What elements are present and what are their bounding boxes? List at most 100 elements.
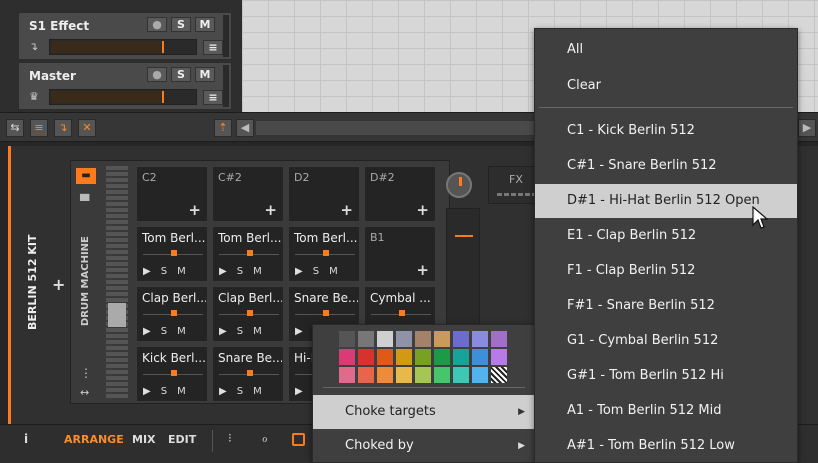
- color-swatch[interactable]: [415, 367, 431, 383]
- color-swatch[interactable]: [358, 349, 374, 365]
- modulator-icon[interactable]: ℴ: [262, 431, 268, 445]
- menu-item-choke-targets[interactable]: Choke targets ▶: [313, 395, 535, 429]
- track-header-master[interactable]: Master ● S M ♛ ≡: [18, 62, 232, 110]
- pad-level-marker[interactable]: [323, 250, 329, 256]
- color-swatch[interactable]: [434, 367, 450, 383]
- drum-pad[interactable]: Clap Berl... ▶ S M: [136, 286, 208, 342]
- track-menu-button[interactable]: ≡: [203, 90, 223, 105]
- add-sample-icon[interactable]: +: [416, 203, 429, 218]
- submenu-item-all[interactable]: All: [535, 33, 797, 67]
- submenu-item-pad[interactable]: A#1 - Tom Berlin 512 Low: [535, 429, 797, 463]
- mute-button[interactable]: M: [195, 17, 215, 32]
- scroll-right-icon[interactable]: ▶: [798, 119, 816, 137]
- record-arm-button[interactable]: ●: [147, 17, 167, 32]
- color-swatch[interactable]: [396, 367, 412, 383]
- pad-mute-button[interactable]: M: [253, 266, 262, 277]
- color-swatch[interactable]: [491, 349, 507, 365]
- color-swatch[interactable]: [377, 349, 393, 365]
- tree-icon[interactable]: ⁝: [228, 431, 232, 445]
- pad-level-marker[interactable]: [247, 310, 253, 316]
- submenu-item-pad[interactable]: F1 - Clap Berlin 512: [535, 254, 797, 288]
- color-swatch[interactable]: [339, 331, 355, 347]
- mute-button[interactable]: M: [195, 67, 215, 82]
- submenu-item-pad[interactable]: C1 - Kick Berlin 512: [535, 114, 797, 148]
- color-swatch[interactable]: [415, 349, 431, 365]
- pad-play-button[interactable]: ▶: [143, 266, 151, 277]
- pad-level-marker[interactable]: [171, 370, 177, 376]
- pad-solo-button[interactable]: S: [237, 386, 243, 397]
- color-swatch[interactable]: [358, 367, 374, 383]
- submenu-item-pad[interactable]: A1 - Tom Berlin 512 Mid: [535, 394, 797, 428]
- track-menu-button[interactable]: ≡: [203, 40, 223, 55]
- follow-playhead-icon[interactable]: ⇡: [214, 119, 232, 137]
- device-view-icon[interactable]: [292, 433, 305, 446]
- color-swatch[interactable]: [472, 331, 488, 347]
- color-swatch[interactable]: [339, 349, 355, 365]
- volume-knob[interactable]: [446, 172, 472, 198]
- submenu-item-pad[interactable]: G#1 - Tom Berlin 512 Hi: [535, 359, 797, 393]
- submenu-item-pad[interactable]: C#1 - Snare Berlin 512: [535, 149, 797, 183]
- track-header-s1-effect[interactable]: S1 Effect ● S M ↴ ≡: [18, 12, 232, 60]
- pad-play-button[interactable]: ▶: [295, 386, 303, 397]
- drum-pad[interactable]: Clap Berl... ▶ S M: [212, 286, 284, 342]
- pad-mute-button[interactable]: M: [177, 326, 186, 337]
- submenu-item-clear[interactable]: Clear: [535, 69, 797, 103]
- color-swatch[interactable]: [396, 331, 412, 347]
- color-swatch[interactable]: [377, 331, 393, 347]
- drum-pad[interactable]: Tom Berl... ▶ S M: [288, 226, 360, 282]
- pad-level-marker[interactable]: [171, 310, 177, 316]
- pads-view-icon[interactable]: ▬: [76, 168, 96, 184]
- color-swatch[interactable]: [396, 349, 412, 365]
- more-icon[interactable]: ⋮: [80, 366, 92, 380]
- submenu-item-pad[interactable]: F#1 - Snare Berlin 512: [535, 289, 797, 323]
- tab-edit[interactable]: EDIT: [168, 433, 196, 446]
- info-icon[interactable]: i: [24, 432, 28, 446]
- drum-pad[interactable]: Tom Berl... ▶ S M: [212, 226, 284, 282]
- color-swatch[interactable]: [434, 349, 450, 365]
- fold-icon[interactable]: ↴: [54, 119, 72, 137]
- pad-mute-button[interactable]: M: [253, 386, 262, 397]
- tab-mix[interactable]: MIX: [132, 433, 156, 446]
- drum-pad[interactable]: Snare Be... ▶ SM: [212, 346, 284, 402]
- drum-pad[interactable]: C2 +: [136, 166, 208, 222]
- color-swatch[interactable]: [339, 367, 355, 383]
- close-icon[interactable]: ✕: [78, 119, 96, 137]
- drum-pad[interactable]: B1 +: [364, 226, 436, 282]
- color-swatch[interactable]: [453, 367, 469, 383]
- record-arm-button[interactable]: ●: [147, 67, 167, 82]
- color-swatch[interactable]: [472, 349, 488, 365]
- note-keyboard-strip[interactable]: [106, 166, 128, 398]
- pad-play-button[interactable]: ▶: [143, 326, 151, 337]
- pad-solo-button[interactable]: S: [161, 326, 167, 337]
- pad-level-marker[interactable]: [247, 250, 253, 256]
- folder-icon[interactable]: ▀: [80, 194, 89, 208]
- submenu-item-pad[interactable]: G1 - Cymbal Berlin 512: [535, 324, 797, 358]
- pad-solo-button[interactable]: S: [313, 266, 319, 277]
- pad-mute-button[interactable]: M: [253, 326, 262, 337]
- tab-arrange[interactable]: ARRANGE: [64, 433, 124, 446]
- add-sample-icon[interactable]: +: [188, 203, 201, 218]
- solo-button[interactable]: S: [171, 67, 191, 82]
- pad-solo-button[interactable]: S: [237, 266, 243, 277]
- add-device-icon[interactable]: +: [52, 275, 65, 294]
- pad-mute-button[interactable]: M: [177, 266, 186, 277]
- clip-lanes-icon[interactable]: ≡: [30, 119, 48, 137]
- pad-play-button[interactable]: ▶: [219, 326, 227, 337]
- color-swatch[interactable]: [434, 331, 450, 347]
- add-sample-icon[interactable]: +: [340, 203, 353, 218]
- drum-pad[interactable]: D2 +: [288, 166, 360, 222]
- color-swatch[interactable]: [358, 331, 374, 347]
- drum-pad[interactable]: Tom Berl... ▶ S M: [136, 226, 208, 282]
- pad-level-marker[interactable]: [247, 370, 253, 376]
- drum-pad[interactable]: C#2 +: [212, 166, 284, 222]
- expand-icon[interactable]: ⇆: [6, 119, 24, 137]
- volume-meter[interactable]: [49, 89, 197, 105]
- scroll-left-icon[interactable]: ◀: [236, 119, 254, 137]
- color-swatch[interactable]: [472, 367, 488, 383]
- solo-button[interactable]: S: [171, 17, 191, 32]
- pad-play-button[interactable]: ▶: [295, 266, 303, 277]
- drum-pad[interactable]: D#2 +: [364, 166, 436, 222]
- pad-mute-button[interactable]: M: [177, 386, 186, 397]
- pad-play-button[interactable]: ▶: [219, 386, 227, 397]
- color-swatch[interactable]: [415, 331, 431, 347]
